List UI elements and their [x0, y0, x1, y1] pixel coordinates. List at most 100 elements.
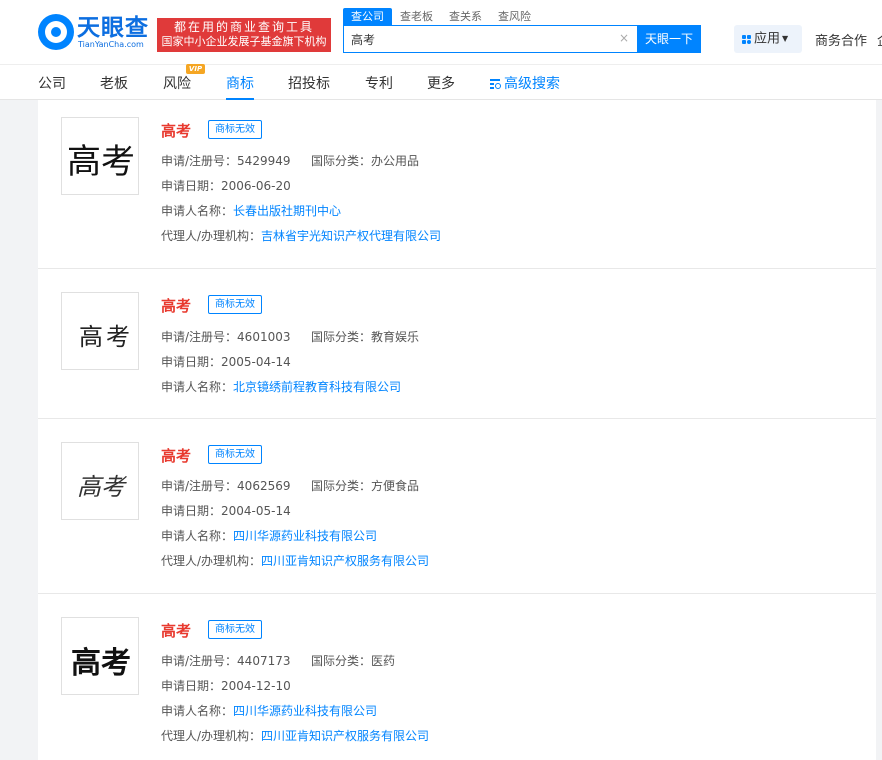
trademark-name[interactable]: 高考	[161, 120, 191, 141]
intl-class-value: 医药	[371, 654, 396, 668]
search-tabs: 查公司 查老板 查关系 查风险	[343, 8, 539, 25]
trademark-image[interactable]: 高考	[61, 117, 139, 195]
reg-no-row: 申请/注册号：4062569 国际分类：方便食品	[161, 479, 419, 494]
agent-row: 代理人/办理机构：吉林省宇光知识产权代理有限公司	[161, 229, 441, 244]
applicant-row: 申请人名称：长春出版社期刊中心	[161, 204, 341, 219]
reg-no-value: 4601003	[237, 330, 291, 344]
logo-domain: TianYanCha.com	[78, 40, 144, 49]
trademark-name[interactable]: 高考	[161, 445, 191, 466]
intl-class-label: 国际分类：	[311, 654, 372, 668]
trademark-logo-graphic: 高考	[67, 142, 135, 182]
intl-class-value: 方便食品	[371, 479, 420, 493]
reg-no-row: 申请/注册号：4407173 国际分类：医药	[161, 654, 395, 669]
reg-no-value: 5429949	[237, 154, 291, 168]
applicant-link[interactable]: 四川华源药业科技有限公司	[233, 529, 377, 543]
advanced-search-icon	[490, 78, 501, 89]
search-tab-relation[interactable]: 查关系	[441, 8, 490, 25]
applicant-label: 申请人名称：	[161, 529, 234, 543]
apply-date-value: 2006-06-20	[221, 179, 291, 193]
svg-text:高考: 高考	[71, 646, 131, 681]
apps-dropdown[interactable]: 应用 ▼	[734, 25, 802, 53]
reg-no-value: 4407173	[237, 654, 291, 668]
nav-bidding[interactable]: 招投标	[288, 73, 330, 93]
applicant-link[interactable]: 北京镜绣前程教育科技有限公司	[233, 380, 401, 394]
caret-down-icon: ▼	[782, 34, 789, 43]
intl-class-label: 国际分类：	[311, 330, 372, 344]
applicant-label: 申请人名称：	[161, 204, 234, 218]
trademark-card: 高 考 高考 商标无效 申请/注册号：4601003 国际分类：教育娱乐 申请日…	[38, 269, 876, 419]
agent-link[interactable]: 四川亚肯知识产权服务有限公司	[261, 729, 429, 743]
nav-patent[interactable]: 专利	[365, 73, 393, 93]
trademark-logo-graphic: 高考	[71, 646, 131, 681]
svg-text:高考: 高考	[77, 473, 128, 501]
search-area: 查公司 查老板 查关系 查风险 × 天眼一下	[343, 8, 703, 54]
trademark-card: 高考 高考 商标无效 申请/注册号：4407173 国际分类：医药 申请日期：2…	[38, 594, 876, 760]
nav-risk[interactable]: 风险	[163, 73, 191, 93]
applicant-label: 申请人名称：	[161, 704, 234, 718]
top-header: 天眼查 TianYanCha.com 都在用的商业查询工具 国家中小企业发展子基…	[0, 0, 882, 64]
eye-logo-icon	[38, 14, 74, 50]
trademark-image[interactable]: 高 考	[61, 292, 139, 370]
nav-company[interactable]: 公司	[38, 73, 66, 93]
trademark-name[interactable]: 高考	[161, 295, 191, 316]
trademark-name[interactable]: 高考	[161, 620, 191, 641]
reg-no-row: 申请/注册号：4601003 国际分类：教育娱乐	[161, 330, 419, 345]
applicant-link[interactable]: 四川华源药业科技有限公司	[233, 704, 377, 718]
trademark-logo-graphic: 高考	[77, 473, 128, 501]
clear-icon[interactable]: ×	[619, 31, 629, 45]
apply-date-value: 2005-04-14	[221, 355, 291, 369]
reg-no-label: 申请/注册号：	[161, 154, 238, 168]
grid-icon	[742, 34, 751, 44]
applicant-row: 申请人名称：四川华源药业科技有限公司	[161, 529, 377, 544]
reg-no-value: 4062569	[237, 479, 291, 493]
apply-date-row: 申请日期：2005-04-14	[161, 355, 291, 370]
applicant-link[interactable]: 长春出版社期刊中心	[233, 204, 341, 218]
agent-link[interactable]: 四川亚肯知识产权服务有限公司	[261, 554, 429, 568]
intl-class-label: 国际分类：	[311, 154, 372, 168]
slogan-line-1: 都在用的商业查询工具	[173, 20, 314, 34]
applicant-row: 申请人名称：北京镜绣前程教育科技有限公司	[161, 380, 401, 395]
intl-class-value: 教育娱乐	[371, 330, 420, 344]
nav-boss[interactable]: 老板	[100, 73, 128, 93]
search-tab-boss[interactable]: 查老板	[392, 8, 441, 25]
results-panel: 高考 高考 商标无效 申请/注册号：5429949 国际分类：办公用品 申请日期…	[38, 100, 876, 760]
advanced-search-link[interactable]: 高级搜索	[490, 73, 560, 93]
reg-no-label: 申请/注册号：	[161, 479, 238, 493]
apply-date-label: 申请日期：	[161, 679, 222, 693]
svg-text:考: 考	[106, 323, 130, 351]
trademark-image[interactable]: 高考	[61, 442, 139, 520]
business-cooperation-link[interactable]: 商务合作	[815, 30, 867, 49]
header-edge-text[interactable]: 企	[877, 30, 882, 49]
agent-link[interactable]: 吉林省宇光知识产权代理有限公司	[261, 229, 441, 243]
search-button[interactable]: 天眼一下	[637, 25, 701, 53]
agent-label: 代理人/办理机构：	[161, 729, 262, 743]
search-tab-risk[interactable]: 查风险	[490, 8, 539, 25]
status-badge: 商标无效	[208, 620, 262, 639]
apply-date-row: 申请日期：2006-06-20	[161, 179, 291, 194]
apply-date-value: 2004-05-14	[221, 504, 291, 518]
site-logo[interactable]: 天眼查 TianYanCha.com	[38, 14, 153, 52]
agent-row: 代理人/办理机构：四川亚肯知识产权服务有限公司	[161, 554, 429, 569]
svg-text:高: 高	[79, 323, 103, 351]
slogan-line-2: 国家中小企业发展子基金旗下机构	[161, 35, 327, 48]
search-tab-company[interactable]: 查公司	[343, 8, 392, 25]
advanced-search-label: 高级搜索	[504, 76, 560, 92]
agent-label: 代理人/办理机构：	[161, 554, 262, 568]
applicant-row: 申请人名称：四川华源药业科技有限公司	[161, 704, 377, 719]
trademark-logo-graphic: 高 考	[79, 323, 130, 351]
page-gutter	[876, 100, 882, 760]
apply-date-label: 申请日期：	[161, 179, 222, 193]
intl-class-label: 国际分类：	[311, 479, 372, 493]
reg-no-row: 申请/注册号：5429949 国际分类：办公用品	[161, 154, 419, 169]
search-box: ×	[343, 25, 638, 53]
applicant-label: 申请人名称：	[161, 380, 234, 394]
slogan-banner: 都在用的商业查询工具 国家中小企业发展子基金旗下机构	[157, 18, 331, 52]
nav-more[interactable]: 更多	[427, 73, 455, 93]
vip-badge: VIP	[186, 64, 205, 74]
agent-row: 代理人/办理机构：四川亚肯知识产权服务有限公司	[161, 729, 429, 744]
svg-text:高考: 高考	[67, 142, 135, 182]
trademark-image[interactable]: 高考	[61, 617, 139, 695]
search-input[interactable]	[344, 26, 604, 52]
nav-trademark[interactable]: 商标	[226, 73, 254, 93]
agent-label: 代理人/办理机构：	[161, 229, 262, 243]
